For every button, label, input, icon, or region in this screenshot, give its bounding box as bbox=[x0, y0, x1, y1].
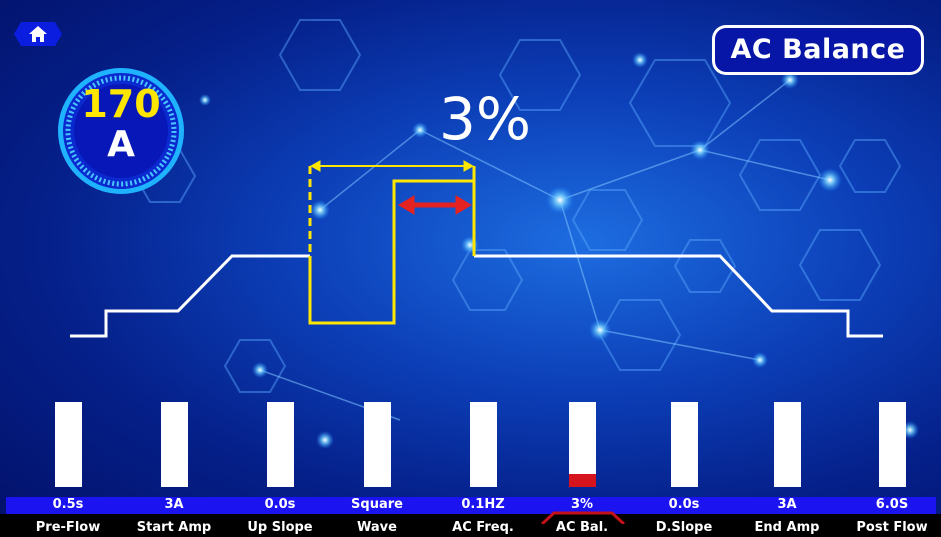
period-arrow bbox=[309, 160, 475, 172]
param-tab-end-amp[interactable]: End Amp bbox=[737, 519, 837, 537]
param-value-pre-flow: 0.5s bbox=[52, 497, 84, 512]
param-bar-start-amp[interactable] bbox=[160, 402, 188, 487]
param-bar-up-slope[interactable] bbox=[266, 402, 294, 487]
param-bar-post-flow[interactable] bbox=[878, 402, 906, 487]
welder-screen: AC Balance 170 A 3% 0.5s 3A 0.0s Square 0.1H… bbox=[0, 0, 941, 537]
param-bar-d-slope[interactable] bbox=[670, 402, 698, 487]
param-bar-fill bbox=[568, 474, 596, 487]
param-value-ac-freq: 0.1HZ bbox=[461, 497, 505, 512]
param-bar-ac-bal[interactable] bbox=[568, 402, 596, 487]
param-tab-post-flow[interactable]: Post Flow bbox=[842, 519, 941, 537]
ac-square-wave bbox=[308, 179, 476, 325]
param-tab-d-slope[interactable]: D.Slope bbox=[634, 519, 734, 537]
param-tab-ac-freq[interactable]: AC Freq. bbox=[433, 519, 533, 537]
param-tab-up-slope[interactable]: Up Slope bbox=[230, 519, 330, 537]
param-value-wave: Square bbox=[351, 497, 403, 512]
param-bar-ac-freq[interactable] bbox=[469, 402, 497, 487]
param-tab-wave[interactable]: Wave bbox=[327, 519, 427, 537]
balance-arrow bbox=[398, 195, 472, 215]
param-tab-pre-flow[interactable]: Pre-Flow bbox=[18, 519, 118, 537]
weld-cycle-profile bbox=[70, 254, 310, 338]
param-bar-pre-flow[interactable] bbox=[54, 402, 82, 487]
param-value-up-slope: 0.0s bbox=[264, 497, 296, 512]
param-value-end-amp: 3A bbox=[777, 497, 797, 512]
param-tab-ac-bal[interactable]: AC Bal. bbox=[532, 519, 632, 537]
weld-cycle-profile-tail bbox=[474, 254, 883, 338]
param-tab-start-amp[interactable]: Start Amp bbox=[124, 519, 224, 537]
param-value-start-amp: 3A bbox=[164, 497, 184, 512]
param-value-d-slope: 0.0s bbox=[668, 497, 700, 512]
param-value-post-flow: 6.0S bbox=[875, 497, 909, 512]
param-bar-wave[interactable] bbox=[363, 402, 391, 487]
param-bar-end-amp[interactable] bbox=[773, 402, 801, 487]
